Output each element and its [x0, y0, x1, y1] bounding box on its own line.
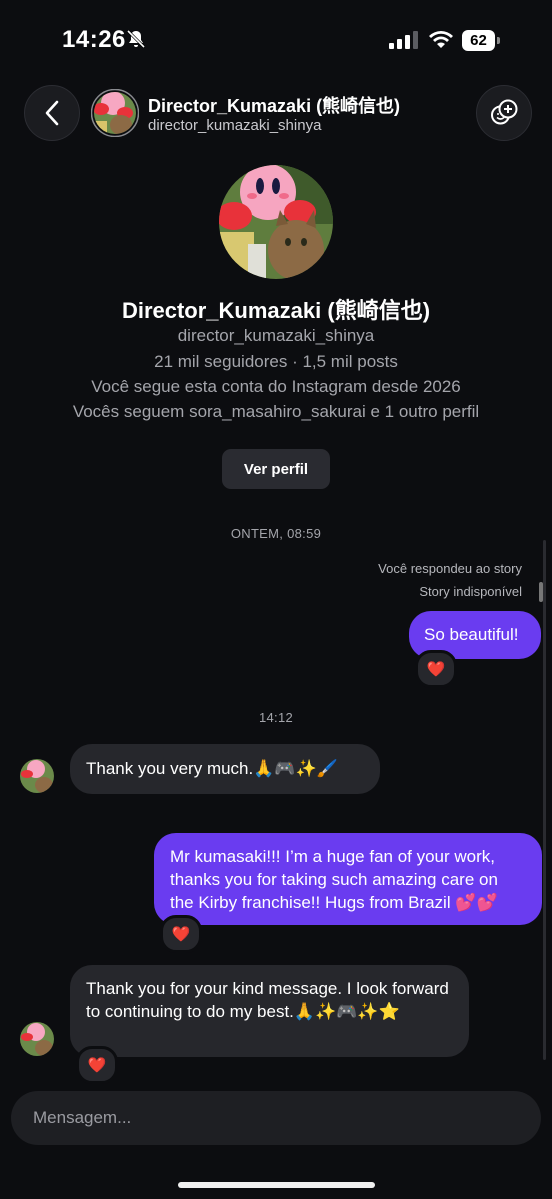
- profile-display-name: Director_Kumazaki (熊崎信也): [121, 298, 431, 323]
- home-indicator[interactable]: [178, 1182, 375, 1188]
- story-unavailable-note: Story indisponível: [419, 584, 522, 599]
- timestamp-today: 14:12: [258, 710, 294, 725]
- profile-stats: 21 mil seguidores · 1,5 mil posts: [154, 352, 398, 371]
- heart-reaction-icon[interactable]: ❤️: [160, 915, 202, 953]
- profile-avatar[interactable]: [218, 164, 334, 280]
- back-button[interactable]: [24, 85, 80, 141]
- muted-bell-icon: [126, 29, 146, 49]
- profile-following-since: Você segue esta conta do Instagram desde…: [91, 377, 461, 396]
- battery-level: 62: [462, 30, 495, 51]
- scrollbar-thumb[interactable]: [539, 582, 543, 602]
- profile-mutuals: Vocês seguem sora_masahiro_sakurai e 1 o…: [72, 402, 480, 421]
- message-outgoing-2[interactable]: Mr kumasaki!!! I’m a huge fan of your wo…: [154, 833, 542, 925]
- story-reply-note: Você respondeu ao story: [378, 561, 522, 576]
- chevron-left-icon: [45, 100, 59, 126]
- scrollbar-track[interactable]: [543, 540, 546, 1060]
- message-incoming-1[interactable]: Thank you very much.🙏🎮✨🖌️: [70, 744, 380, 794]
- wifi-icon: [429, 31, 453, 48]
- new-group-button[interactable]: [476, 85, 532, 141]
- sender-avatar[interactable]: [20, 1022, 54, 1056]
- status-time: 14:26: [62, 26, 126, 53]
- header-avatar[interactable]: [91, 89, 139, 137]
- cellular-signal-icon: [389, 31, 418, 49]
- sender-avatar[interactable]: [20, 759, 54, 793]
- view-profile-button[interactable]: Ver perfil: [222, 449, 330, 489]
- heart-reaction-icon[interactable]: ❤️: [76, 1046, 118, 1084]
- add-people-icon: [491, 99, 518, 125]
- message-composer[interactable]: [11, 1091, 541, 1145]
- timestamp-yesterday: ONTEM, 08:59: [230, 526, 322, 541]
- message-incoming-2[interactable]: Thank you for your kind message. I look …: [70, 965, 469, 1057]
- profile-username: director_kumazaki_shinya: [177, 326, 375, 345]
- heart-reaction-icon[interactable]: ❤️: [415, 650, 457, 688]
- message-input[interactable]: [31, 1107, 515, 1129]
- battery-icon: 62: [462, 30, 500, 51]
- header-username[interactable]: director_kumazaki_shinya: [148, 117, 321, 134]
- header-display-name[interactable]: Director_Kumazaki (熊崎信也): [148, 92, 400, 118]
